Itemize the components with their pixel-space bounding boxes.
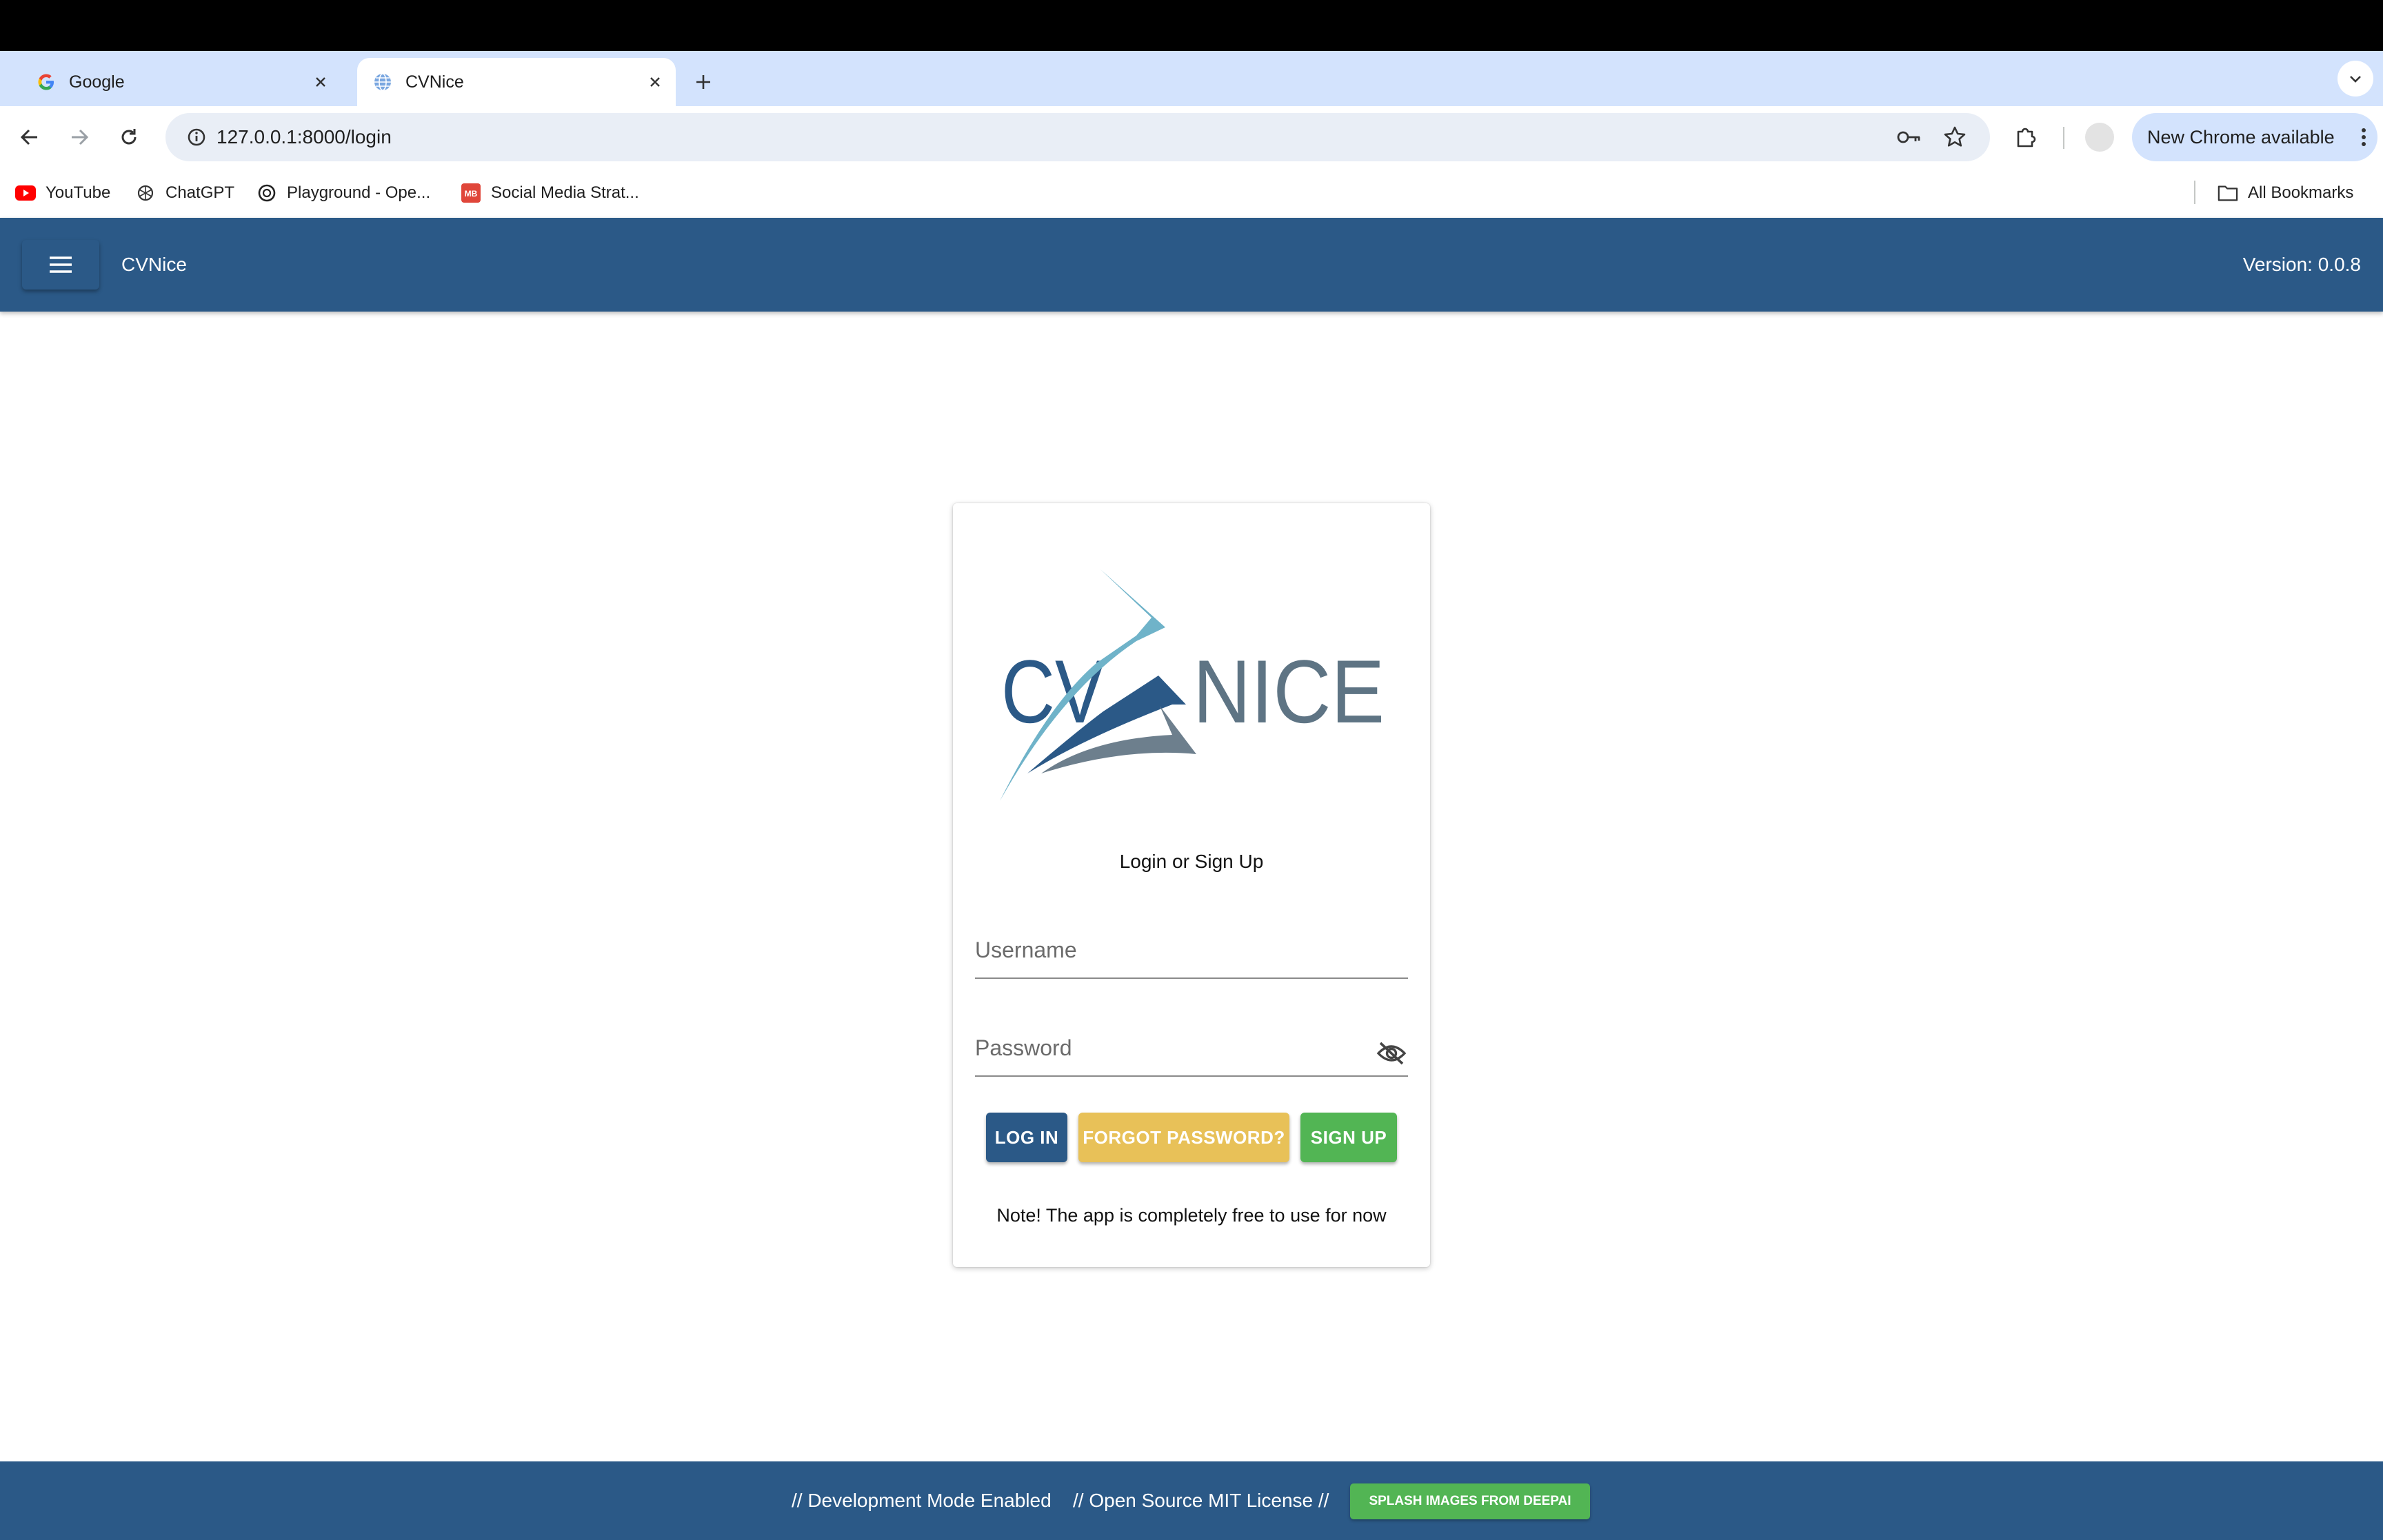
login-card: CV NICE Login or Sign Up Username Passwo… xyxy=(953,503,1430,1267)
signup-button[interactable]: SIGN UP xyxy=(1300,1113,1397,1162)
window-top-bar xyxy=(0,0,2383,51)
cvnice-logo: CV NICE xyxy=(1000,569,1385,801)
dev-mode-text: // Development Mode Enabled xyxy=(792,1490,1052,1511)
url-text[interactable]: 127.0.0.1:8000/login xyxy=(217,113,392,161)
tab-title: Google xyxy=(69,72,125,92)
bookmarks-divider xyxy=(2194,181,2195,204)
bookmark-social-media[interactable]: MB Social Media Strat... xyxy=(461,178,639,208)
update-label: New Chrome available xyxy=(2147,126,2335,148)
info-icon[interactable] xyxy=(179,120,214,154)
tab-cvnice[interactable]: CVNice xyxy=(357,58,676,106)
close-icon[interactable] xyxy=(643,70,667,94)
forward-button[interactable] xyxy=(62,120,97,154)
app-footer: // Development Mode Enabled // Open Sour… xyxy=(0,1461,2383,1540)
password-field[interactable]: Password xyxy=(975,1008,1408,1077)
star-icon[interactable] xyxy=(1939,121,1971,153)
app-title: CVNice xyxy=(121,254,187,275)
app-header: CVNice Version: 0.0.8 xyxy=(0,218,2383,312)
bookmark-label: YouTube xyxy=(46,183,111,202)
visibility-off-icon[interactable] xyxy=(1375,1037,1408,1070)
username-input[interactable] xyxy=(975,931,1361,969)
bookmark-label: ChatGPT xyxy=(165,183,235,202)
login-button[interactable]: LOG IN xyxy=(986,1113,1067,1162)
password-input[interactable] xyxy=(975,1029,1361,1067)
tab-title: CVNice xyxy=(405,72,464,92)
toolbar-divider xyxy=(2063,127,2064,149)
reload-button[interactable] xyxy=(112,120,146,154)
profile-avatar[interactable] xyxy=(2085,123,2114,152)
free-note: Note! The app is completely free to use … xyxy=(996,1205,1387,1226)
chatgpt-icon xyxy=(135,183,156,203)
splash-images-button[interactable]: SPLASH IMAGES FROM DEEPAI xyxy=(1350,1483,1590,1519)
youtube-icon xyxy=(15,183,36,203)
bookmark-youtube[interactable]: YouTube xyxy=(15,178,110,208)
bookmark-label: Social Media Strat... xyxy=(491,183,639,202)
openai-icon xyxy=(257,183,277,203)
bookmarks-bar: YouTube ChatGPT Playground - Ope... MB S… xyxy=(0,168,2383,218)
address-bar[interactable]: 127.0.0.1:8000/login xyxy=(165,113,1990,161)
bookmark-label: Playground - Ope... xyxy=(287,183,431,202)
forgot-password-button[interactable]: FORGOT PASSWORD? xyxy=(1078,1113,1289,1162)
browser-toolbar: 127.0.0.1:8000/login New Chrome availabl… xyxy=(0,106,2383,168)
chevron-down-icon xyxy=(2350,76,2361,83)
tab-search-button[interactable] xyxy=(2337,61,2373,97)
more-vert-icon[interactable] xyxy=(2350,120,2377,154)
reload-icon xyxy=(121,129,137,145)
google-icon xyxy=(36,72,57,92)
hamburger-icon xyxy=(50,256,72,273)
login-subtitle: Login or Sign Up xyxy=(1119,851,1264,872)
bookmark-playground[interactable]: Playground - Ope... xyxy=(257,178,430,208)
svg-text:MB: MB xyxy=(465,189,478,199)
all-bookmarks-button[interactable]: All Bookmarks xyxy=(2218,178,2353,208)
extensions-icon[interactable] xyxy=(2008,120,2042,154)
bookmark-chatgpt[interactable]: ChatGPT xyxy=(135,178,234,208)
svg-text:NICE: NICE xyxy=(1193,641,1385,742)
all-bookmarks-label: All Bookmarks xyxy=(2248,183,2354,202)
arrow-right-icon xyxy=(72,129,89,145)
tab-strip: Google CVNice xyxy=(0,51,2383,106)
arrow-left-icon xyxy=(20,129,37,145)
folder-icon xyxy=(2218,183,2238,203)
license-text: // Open Source MIT License // xyxy=(1073,1490,1329,1511)
globe-icon xyxy=(372,72,393,92)
back-button[interactable] xyxy=(12,120,47,154)
app-version: Version: 0.0.8 xyxy=(2242,254,2361,275)
new-tab-button[interactable] xyxy=(690,65,717,99)
username-field[interactable]: Username xyxy=(975,910,1408,979)
update-chrome-button[interactable]: New Chrome available xyxy=(2132,113,2377,161)
key-icon[interactable] xyxy=(1893,121,1925,153)
tab-google[interactable]: Google xyxy=(21,58,341,106)
mb-icon: MB xyxy=(461,183,481,203)
close-icon[interactable] xyxy=(308,70,333,94)
menu-button[interactable] xyxy=(22,240,99,290)
